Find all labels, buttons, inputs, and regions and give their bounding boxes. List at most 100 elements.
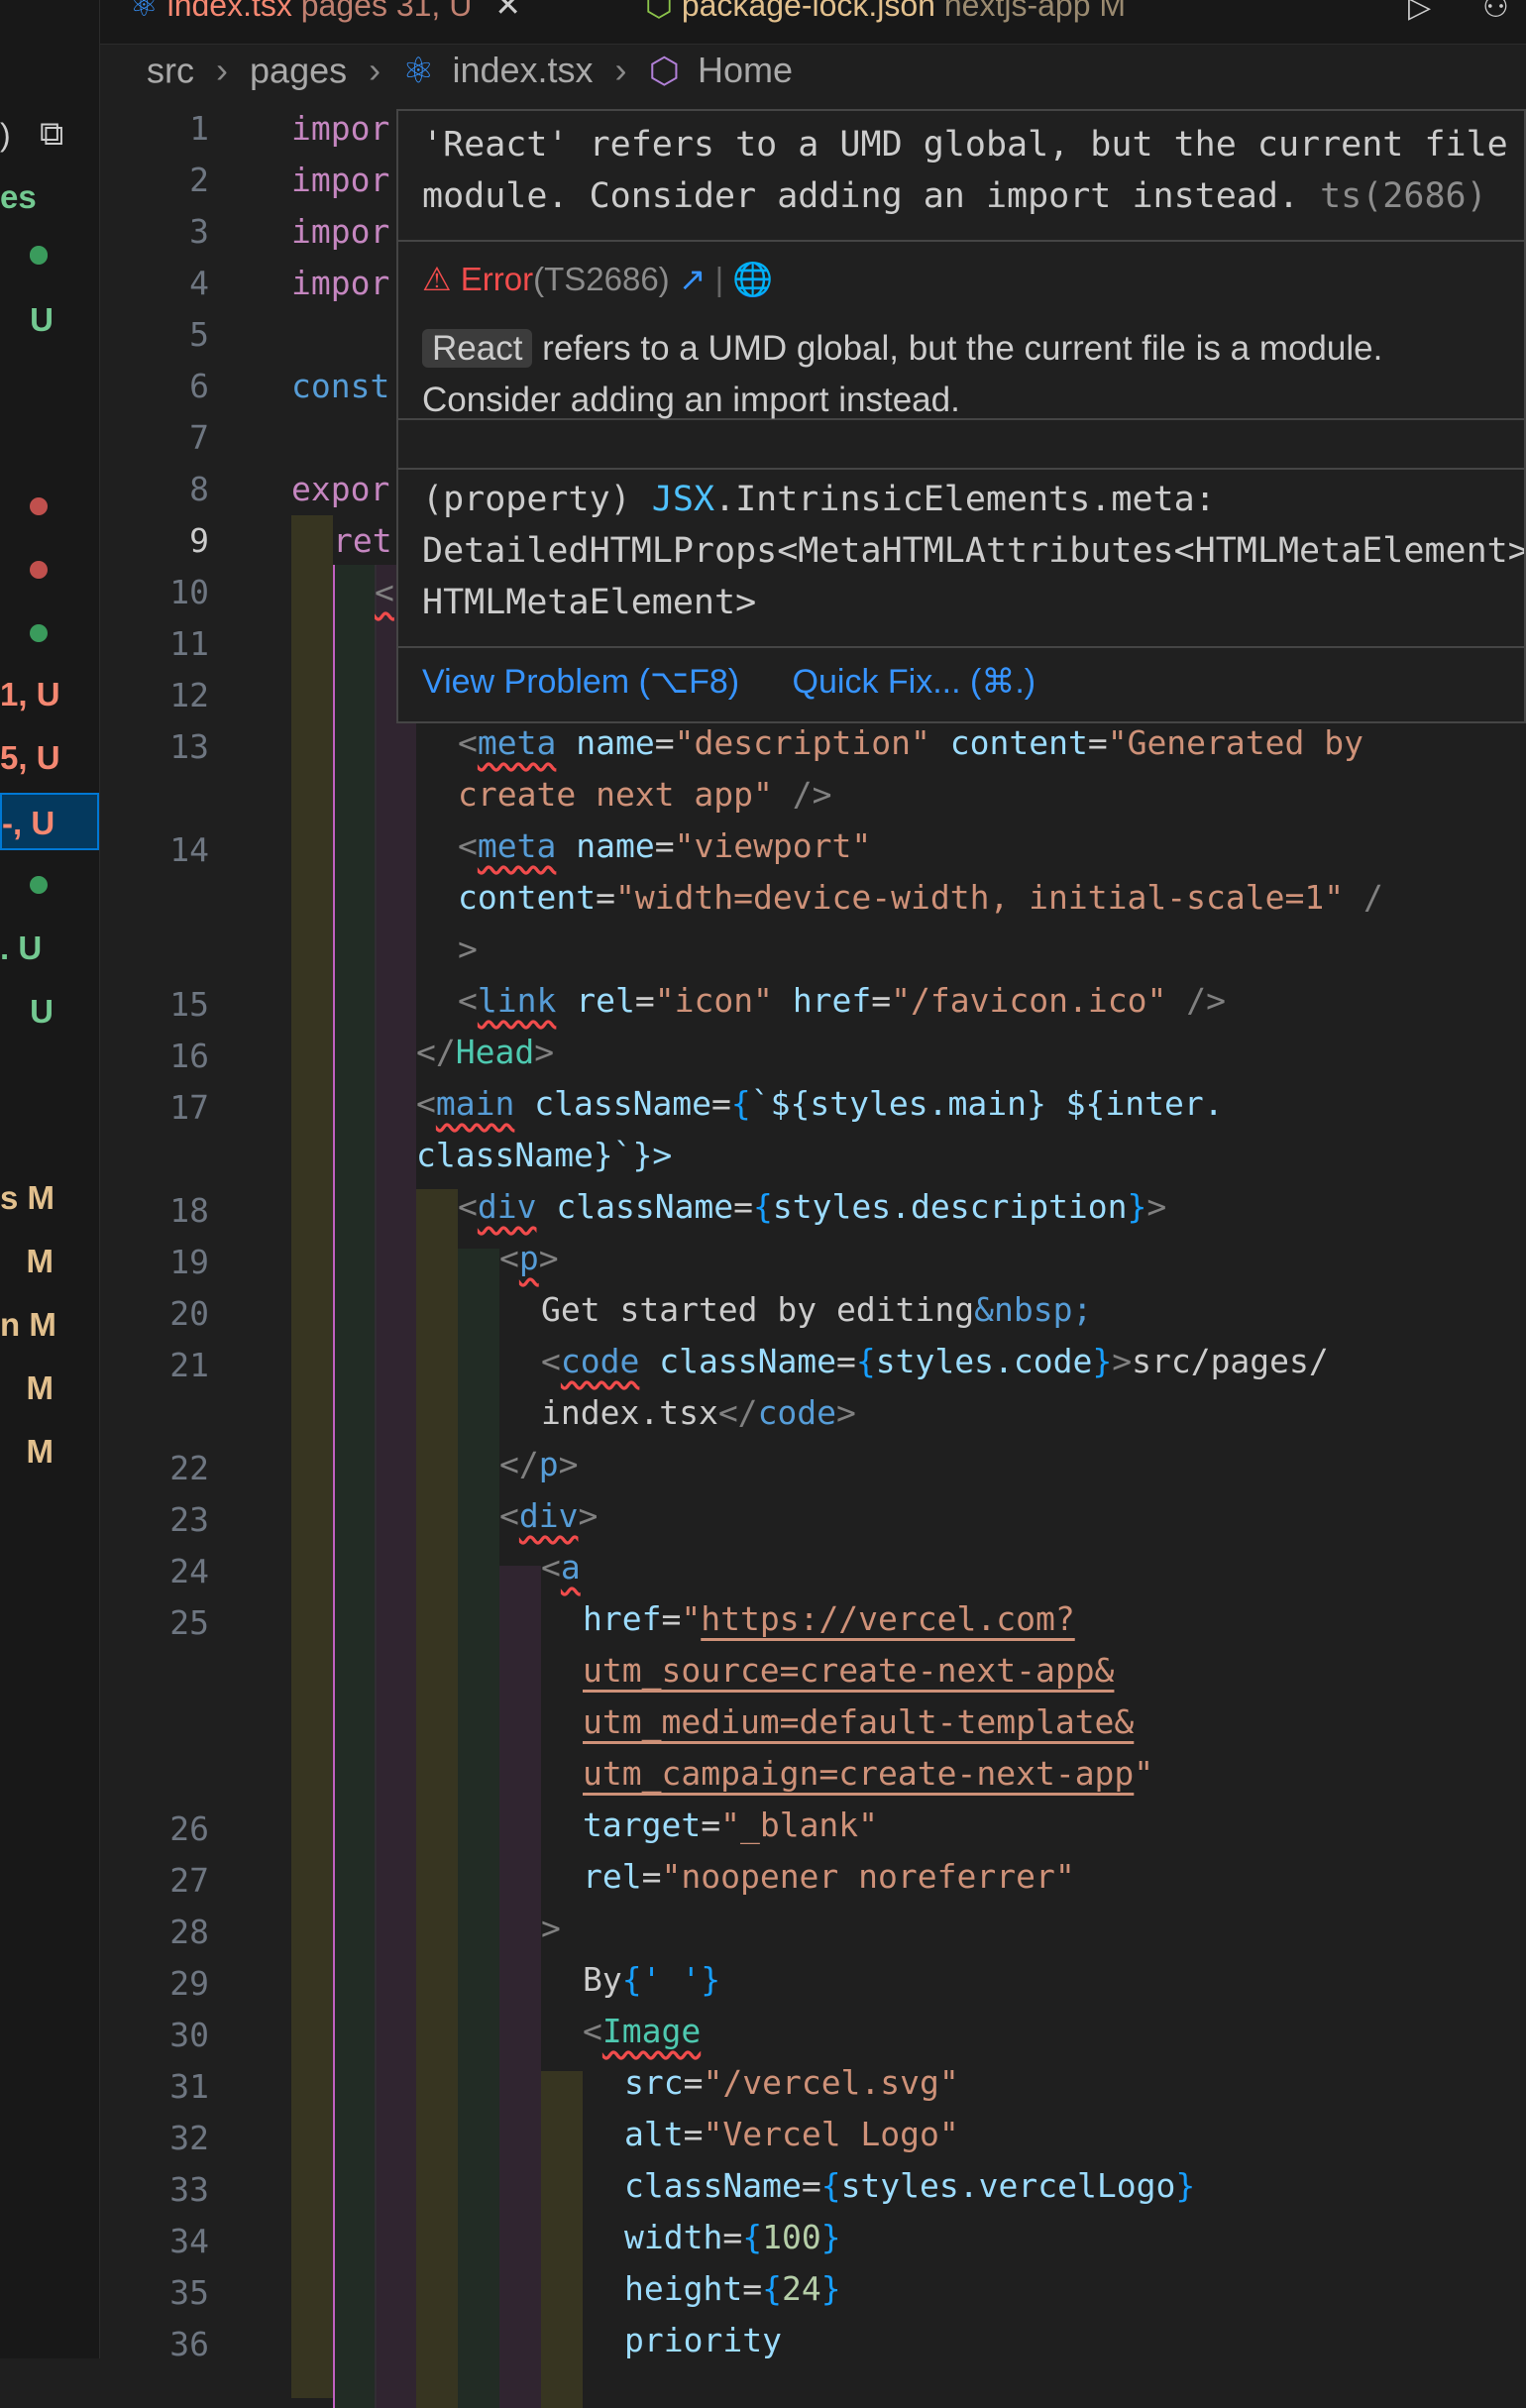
code-line-18: <div className={styles.description}>	[458, 1187, 1167, 1226]
code-line-35: height={24}	[624, 2269, 841, 2308]
line-number: 3	[189, 212, 209, 251]
explorer-item[interactable]: es	[0, 168, 99, 226]
explorer-item[interactable]	[0, 226, 99, 283]
status-dot-icon	[30, 497, 48, 515]
breadcrumb-symbol[interactable]: Home	[698, 50, 793, 90]
explorer-item-label: 5, U	[0, 739, 60, 776]
explorer-item[interactable]	[0, 604, 99, 662]
code-line-28: >	[541, 1909, 561, 1947]
explorer-item[interactable]: M	[0, 1233, 99, 1290]
line-number: 25	[169, 1603, 209, 1642]
line-number: 12	[169, 676, 209, 714]
line-number: 27	[169, 1861, 209, 1900]
code-line-19: <p>	[499, 1239, 559, 1277]
hover-tooltip: 'React' refers to a UMD global, but the …	[396, 109, 1526, 723]
json-icon: ⬡	[645, 0, 682, 23]
explorer-item-label: -, U	[2, 805, 55, 841]
indent-guide	[499, 1566, 541, 2408]
git-status-badge: U	[30, 993, 54, 1030]
explorer-item[interactable]: M	[0, 1423, 99, 1480]
line-number: 28	[169, 1913, 209, 1951]
line-number: 11	[169, 624, 209, 663]
explorer-item[interactable]: U	[0, 291, 99, 349]
explorer-item[interactable]: 5, U	[0, 729, 99, 787]
explorer-item-label: . U	[0, 930, 43, 966]
code-line-25-wrap1[interactable]: utm_source=create-next-app&	[583, 1651, 1114, 1690]
git-status-badge: U	[30, 301, 54, 338]
code-line-4: impor	[291, 264, 390, 302]
indent-guide	[416, 1189, 458, 2408]
source-control-icon[interactable]: ⚇	[1482, 0, 1509, 25]
hover-error-section: ⚠ Error(TS2686) ↗ | 🌐 React refers to a …	[398, 240, 1524, 420]
code-line-17-wrap: className}`}>	[416, 1136, 673, 1174]
code-line-25-wrap2[interactable]: utm_medium=default-template&	[583, 1702, 1134, 1741]
run-icon[interactable]: ▷	[1408, 0, 1431, 25]
collapse-folders-icon[interactable]: ⧉	[40, 115, 63, 154]
code-line-21-wrap: index.tsx</code>	[541, 1393, 856, 1432]
code-line-1: impor	[291, 109, 390, 148]
explorer-item[interactable]: 1, U	[0, 666, 99, 723]
status-dot-icon	[30, 561, 48, 579]
code-line-21: <code className={styles.code}>src/pages/	[541, 1342, 1329, 1380]
breadcrumb-src[interactable]: src	[147, 50, 194, 90]
indent-guide	[333, 565, 377, 2408]
line-number: 20	[169, 1294, 209, 1333]
line-number: 9	[189, 521, 209, 560]
chevron-right-icon: ›	[216, 50, 229, 91]
line-number: 13	[169, 727, 209, 766]
line-number-gutter: 1 2 3 4 5 6 7 8 9 10 11 12 13 14 15 16 17 18 19 20 21 22 23 24 2…	[100, 109, 239, 2363]
explorer-item[interactable]: s M	[0, 1169, 99, 1227]
chevron-right-icon: ›	[369, 50, 382, 91]
cube-icon: ⬡	[648, 50, 680, 91]
quick-fix-button[interactable]: Quick Fix... (⌘.)	[793, 663, 1036, 701]
close-icon[interactable]: ✕	[494, 0, 521, 23]
code-line-25-wrap3[interactable]: utm_campaign=create-next-app"	[583, 1754, 1153, 1793]
line-number: 30	[169, 2016, 209, 2054]
code-line-6: const	[291, 367, 390, 405]
explorer-item[interactable]: M	[0, 1360, 99, 1417]
line-number: 17	[169, 1088, 209, 1127]
status-dot-icon	[30, 624, 48, 642]
code-line-13: <meta name="description" content="Genera…	[458, 723, 1363, 762]
line-number: 18	[169, 1191, 209, 1230]
hover-diagnostic-section: 'React' refers to a UMD global, but the …	[398, 111, 1524, 242]
explorer-item[interactable]	[0, 478, 99, 535]
indent-guide	[291, 515, 333, 2398]
code-line-17: <main className={`${styles.main} ${inter…	[416, 1084, 1224, 1123]
line-number: 4	[189, 264, 209, 302]
view-problem-button[interactable]: View Problem (⌥F8)	[422, 663, 739, 701]
open-external-icon[interactable]: ↗	[679, 261, 707, 297]
explorer-item-label: 1, U	[0, 676, 60, 712]
line-number: 23	[169, 1500, 209, 1539]
line-number: 5	[189, 315, 209, 354]
hover-message-line1: 'React' refers to a UMD global, but the …	[422, 125, 1526, 164]
globe-icon[interactable]: 🌐	[732, 261, 773, 297]
line-number: 21	[169, 1346, 209, 1384]
explorer-item[interactable]: n M	[0, 1296, 99, 1354]
editor-tabs: ⚛ index.tsx pages 31, U ✕ ⬡ package-lock…	[100, 0, 1526, 45]
tab-index-tsx[interactable]: ⚛ index.tsx pages 31, U ✕	[130, 0, 521, 44]
line-number: 32	[169, 2119, 209, 2157]
line-number: 15	[169, 985, 209, 1024]
explorer-item[interactable]	[0, 856, 99, 914]
explorer-item[interactable]: U	[0, 983, 99, 1040]
breadcrumb-file[interactable]: index.tsx	[452, 50, 593, 90]
breadcrumb-pages[interactable]: pages	[250, 50, 347, 90]
collapse-icon[interactable]: )	[0, 117, 11, 154]
code-line-25: href="https://vercel.com?	[583, 1599, 1075, 1638]
error-description: React refers to a UMD global, but the cu…	[422, 329, 1382, 369]
line-number: 24	[169, 1552, 209, 1590]
signature-line2: DetailedHTMLProps<MetaHTMLAttributes<HTM…	[422, 531, 1526, 571]
chevron-right-icon: ›	[614, 50, 627, 91]
error-header: ⚠ Error(TS2686) ↗ | 🌐	[422, 261, 774, 297]
code-line-36: priority	[624, 2321, 782, 2359]
line-number: 7	[189, 418, 209, 457]
tab-package-lock[interactable]: ⬡ package-lock.json nextjs-app M	[645, 0, 1126, 44]
line-number: 29	[169, 1964, 209, 2003]
line-number: 34	[169, 2222, 209, 2260]
code-line-10: <	[375, 573, 394, 611]
explorer-item[interactable]: -, U	[0, 793, 99, 850]
error-description-line2: Consider adding an import instead.	[422, 381, 960, 419]
explorer-item[interactable]: . U	[0, 920, 99, 977]
explorer-item[interactable]	[0, 541, 99, 599]
